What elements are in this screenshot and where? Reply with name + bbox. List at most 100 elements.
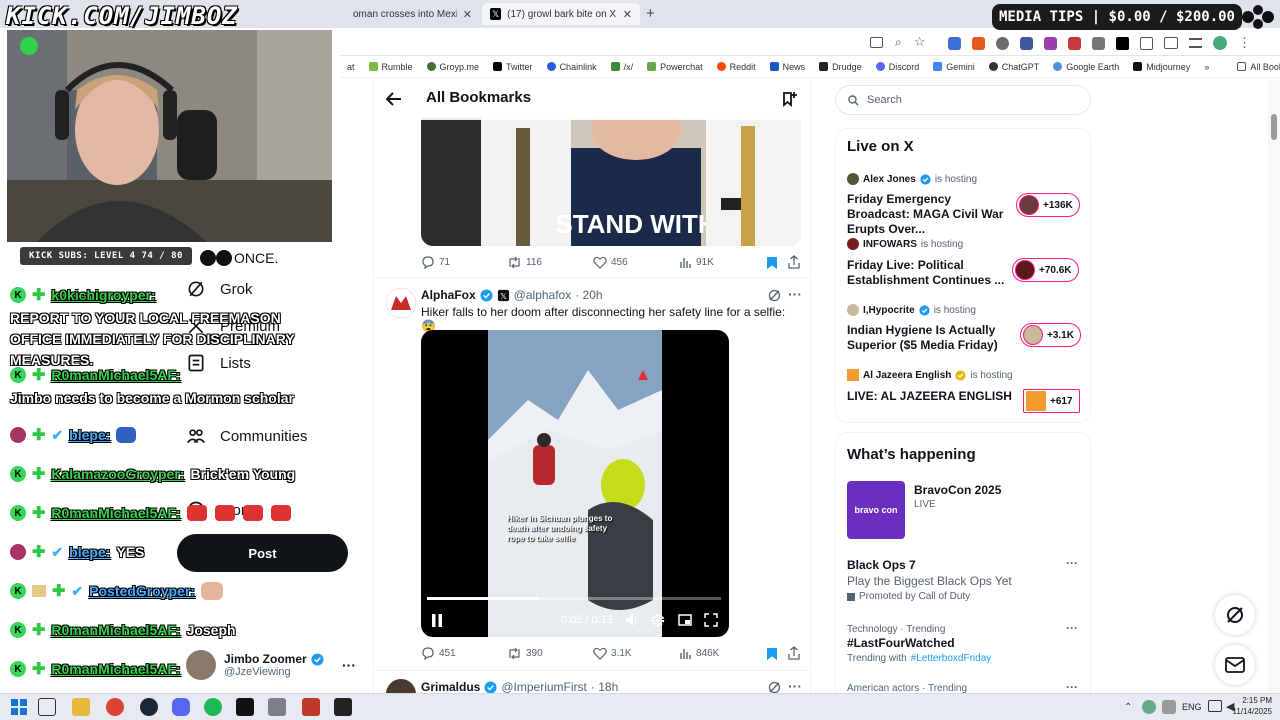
language-indicator[interactable]: ENG [1182,702,1202,712]
extension-icon[interactable] [948,36,961,50]
live-host[interactable]: INFOWARS is hosting [847,238,963,250]
bookmark-item[interactable]: News [763,62,813,72]
chat-username[interactable]: R0manMichael5AF: [51,367,180,383]
reply-button[interactable]: 71 [421,256,450,269]
chrome-icon[interactable] [106,698,124,716]
bookmark-item[interactable]: Drudge [812,62,869,72]
like-button[interactable]: 456 [593,256,628,269]
event-title[interactable]: BravoCon 2025 [914,483,1001,497]
new-tab-icon[interactable]: + [646,5,655,22]
bookmark-item[interactable]: Gemini [926,62,982,72]
author-handle[interactable]: @ImperiumFirst [501,680,587,693]
live-title[interactable]: Friday Emergency Broadcast: MAGA Civil W… [847,192,1012,237]
author-name[interactable]: Grimaldus [421,680,480,693]
bookmark-item[interactable]: ChatGPT [982,62,1047,72]
share-icon[interactable] [788,646,800,660]
bookmark-item[interactable]: Chainlink [540,62,604,72]
share-icon[interactable] [788,255,800,269]
reply-button[interactable]: 451 [421,647,456,660]
bookmark-item[interactable]: Rumble [362,62,420,72]
extension-icon[interactable] [1068,36,1081,50]
more-horizontal-icon[interactable]: ··· [1066,621,1078,635]
promo-title[interactable]: Black Ops 7 [847,558,916,572]
chat-username[interactable]: R0manMichael5AF: [51,661,180,677]
grok-icon[interactable] [768,289,781,302]
author-name[interactable]: AlphaFox [421,288,476,302]
live-title[interactable]: LIVE: AL JAZEERA ENGLISH [847,389,1012,404]
scrollbar-thumb[interactable] [1271,114,1277,140]
star-icon[interactable]: ☆ [914,34,926,50]
search-input[interactable]: Search [835,85,1091,115]
steam-icon[interactable] [140,698,158,716]
chat-username[interactable]: KalamazooGroyper: [51,466,184,482]
bookmark-item[interactable]: at [340,62,362,72]
bookmark-item[interactable]: /x/ [604,62,641,72]
views-button[interactable]: 91K [679,256,714,269]
chat-username[interactable]: blepe: [69,427,110,443]
chat-username[interactable]: R0manMichael5AF: [51,505,180,521]
puzzle-icon[interactable] [1140,36,1153,50]
file-explorer-icon[interactable] [72,698,90,716]
extension-icon[interactable] [1044,36,1057,50]
volume-icon[interactable] [625,613,640,627]
tray-expand-icon[interactable]: ⌃ [1124,702,1132,713]
repost-button[interactable]: 390 [507,647,543,660]
avatar[interactable] [386,288,416,318]
chat-username[interactable]: k0kichigroyper: [51,287,155,303]
live-title[interactable]: Indian Hygiene Is Actually Superior ($5 … [847,323,1012,353]
app-icon[interactable] [334,698,352,716]
live-title[interactable]: Friday Live: Political Establishment Con… [847,258,1012,288]
tweet-media-image[interactable]: STAND WITH [421,118,801,246]
bookmark-item[interactable]: Discord [869,62,927,72]
nav-item-grok[interactable]: Grok [186,279,253,299]
more-horizontal-icon[interactable]: ··· [788,678,802,693]
app-icon[interactable] [302,698,320,716]
discord-icon[interactable] [172,698,190,716]
bookmark-item[interactable]: Powerchat [640,62,710,72]
app-icon[interactable] [268,698,286,716]
zoom-icon[interactable]: ⌕ [895,35,902,50]
video-progress-track[interactable] [427,597,721,600]
close-tab-icon[interactable]: ✕ [463,8,472,21]
live-listeners-pill[interactable]: +3.1K [1020,323,1081,347]
browser-tab-1[interactable]: oman crosses into Mexico aft ✕ [345,3,480,25]
bookmark-filled-icon[interactable] [766,256,778,270]
bravocon-logo[interactable]: bravo con [847,481,905,539]
chat-username[interactable]: PostedGroyper: [89,583,195,599]
close-tab-icon[interactable]: ✕ [623,8,632,21]
nav-item-communities[interactable]: Communities [186,426,308,446]
sidebar-icon[interactable] [1164,37,1178,49]
trending-tag-link[interactable]: #LetterboxdFriday [911,653,992,664]
all-bookmarks-folder[interactable]: All Bookmarks [1230,62,1280,72]
live-host[interactable]: I,Hypocrite is hosting [847,304,976,316]
post-button[interactable]: Post [177,534,348,572]
tray-app-icon[interactable] [1142,700,1156,714]
extension-icon[interactable] [972,36,985,50]
picture-in-picture-icon[interactable] [678,613,692,627]
app-icon[interactable] [236,698,254,716]
live-listeners-pill[interactable]: +617 [1023,389,1080,413]
settings-gear-icon[interactable] [651,613,665,627]
views-button[interactable]: 846K [679,647,719,660]
bookmark-filled-icon[interactable] [766,647,778,661]
browser-tab-2[interactable]: 𝕏 (17) growl bark bite on X: "@d ✕ [482,3,640,25]
extension-icon[interactable] [1092,36,1105,50]
tweet-time[interactable]: · 18h [591,680,618,693]
bookmarks-overflow-icon[interactable]: » [1197,62,1216,72]
more-horizontal-icon[interactable]: ··· [788,286,802,302]
task-view-icon[interactable] [38,698,56,716]
tweet-video[interactable]: Hiker in Sichuan plunges to death after … [421,330,729,637]
page-scrollbar[interactable] [1268,80,1280,693]
grok-fab-button[interactable] [1215,595,1255,635]
extension-icon[interactable] [1020,36,1033,50]
fullscreen-icon[interactable] [704,613,718,627]
chat-username[interactable]: R0manMichael5AF: [51,622,180,638]
trend-title[interactable]: #LastFourWatched [847,636,955,650]
add-folder-icon[interactable] [781,90,799,108]
live-listeners-pill[interactable]: +136K [1016,193,1080,217]
back-arrow-icon[interactable] [386,92,402,106]
spotify-icon[interactable] [204,698,222,716]
menu-icon[interactable] [1189,38,1202,48]
chat-username[interactable]: blepe: [69,544,110,560]
author-handle[interactable]: @alphafox [514,288,572,302]
